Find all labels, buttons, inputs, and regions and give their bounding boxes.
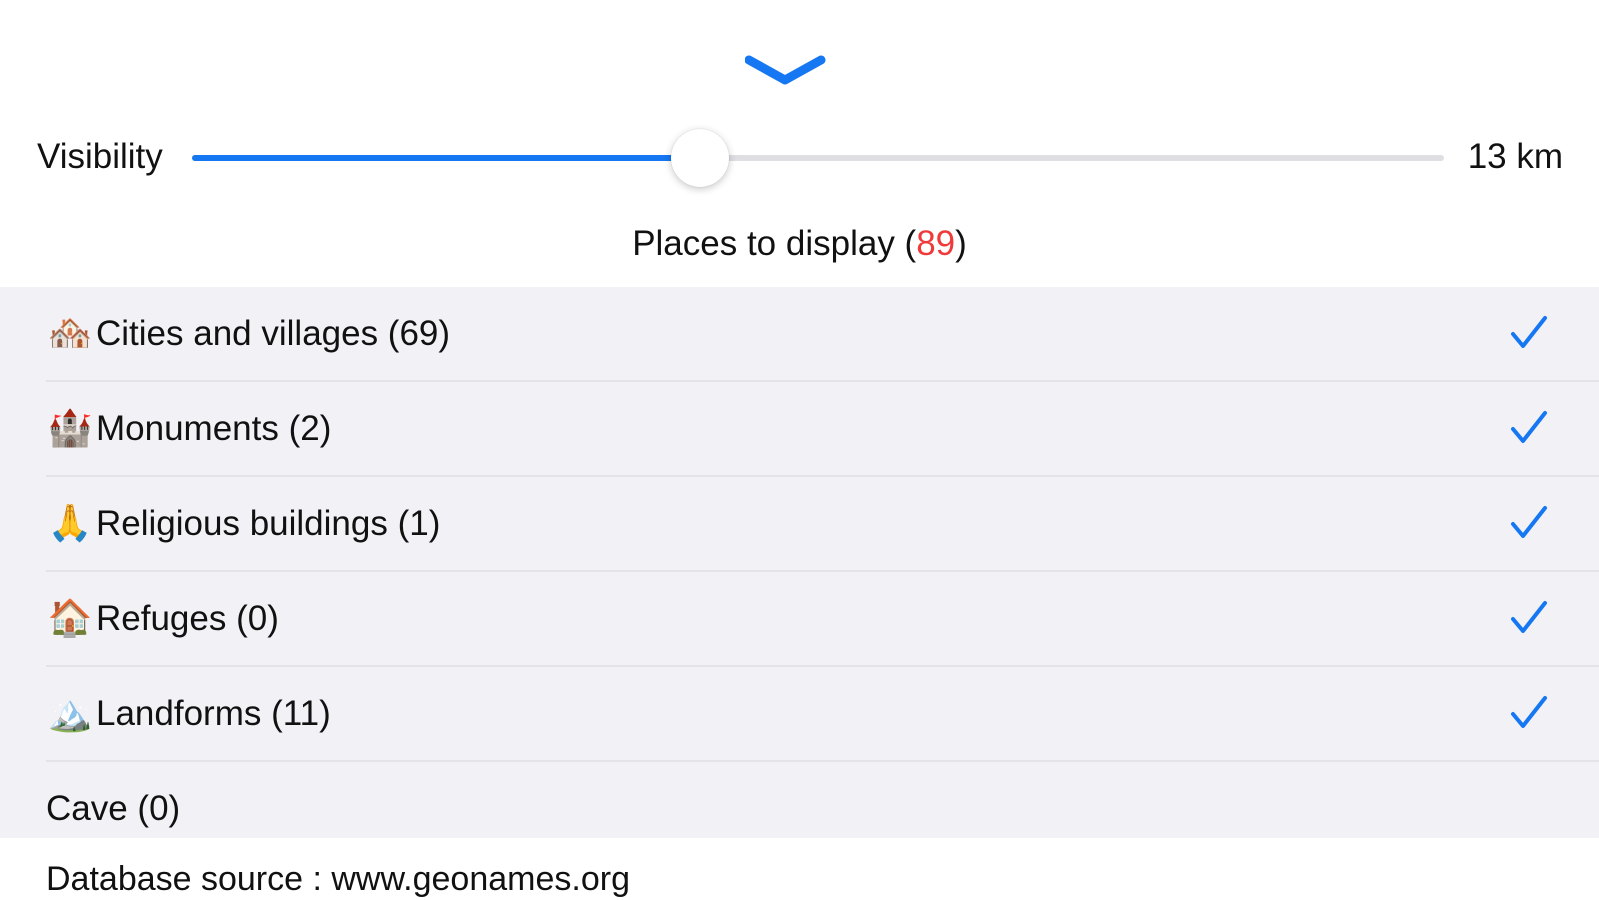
- visibility-row: Visibility 13 km: [0, 125, 1599, 191]
- category-row[interactable]: 🏰 Monuments (2): [0, 382, 1599, 477]
- praying-hands-icon: 🙏: [47, 502, 93, 543]
- places-count: 89: [916, 224, 956, 263]
- database-source: Database source : www.geonames.org: [46, 860, 630, 898]
- category-label: Landforms (11): [96, 694, 331, 733]
- category-row[interactable]: 🙏 Religious buildings (1): [0, 477, 1599, 572]
- places-to-display-title: Places to display (89): [0, 222, 1599, 266]
- category-label: Monuments (2): [96, 409, 332, 448]
- chevron-down-icon[interactable]: [745, 52, 855, 96]
- category-row[interactable]: 🏘️ Cities and villages (69): [0, 287, 1599, 382]
- castle-icon: 🏰: [47, 407, 93, 448]
- checkmark-icon: [1511, 601, 1547, 633]
- checkmark-icon: [1511, 696, 1547, 728]
- category-row[interactable]: 🏠 Refuges (0): [0, 572, 1599, 667]
- places-title-prefix: Places to display (: [632, 224, 917, 263]
- visibility-slider-thumb[interactable]: [671, 129, 730, 187]
- category-row[interactable]: Cave (0): [0, 762, 1599, 857]
- checkmark-icon: [1511, 506, 1547, 538]
- visibility-label: Visibility: [37, 137, 163, 176]
- visibility-slider[interactable]: [192, 129, 1444, 187]
- category-label: Cave (0): [46, 789, 181, 828]
- checkmark-icon: [1511, 316, 1547, 348]
- checkmark-icon: [1511, 411, 1547, 443]
- house-icon: 🏠: [47, 597, 93, 638]
- category-label: Religious buildings (1): [96, 504, 441, 543]
- mountain-icon: 🏔️: [47, 692, 93, 733]
- visibility-value: 13 km: [1467, 137, 1563, 176]
- houses-icon: 🏘️: [47, 312, 93, 353]
- category-list: 🏘️ Cities and villages (69) 🏰 Monuments (2)…: [0, 287, 1599, 838]
- category-label: Cities and villages (69): [96, 314, 451, 353]
- places-title-suffix: ): [955, 224, 967, 263]
- visibility-slider-fill: [192, 155, 701, 161]
- category-label: Refuges (0): [96, 599, 279, 638]
- places-settings-panel: Visibility 13 km Places to display (89) …: [0, 0, 1599, 900]
- category-row[interactable]: 🏔️ Landforms (11): [0, 667, 1599, 762]
